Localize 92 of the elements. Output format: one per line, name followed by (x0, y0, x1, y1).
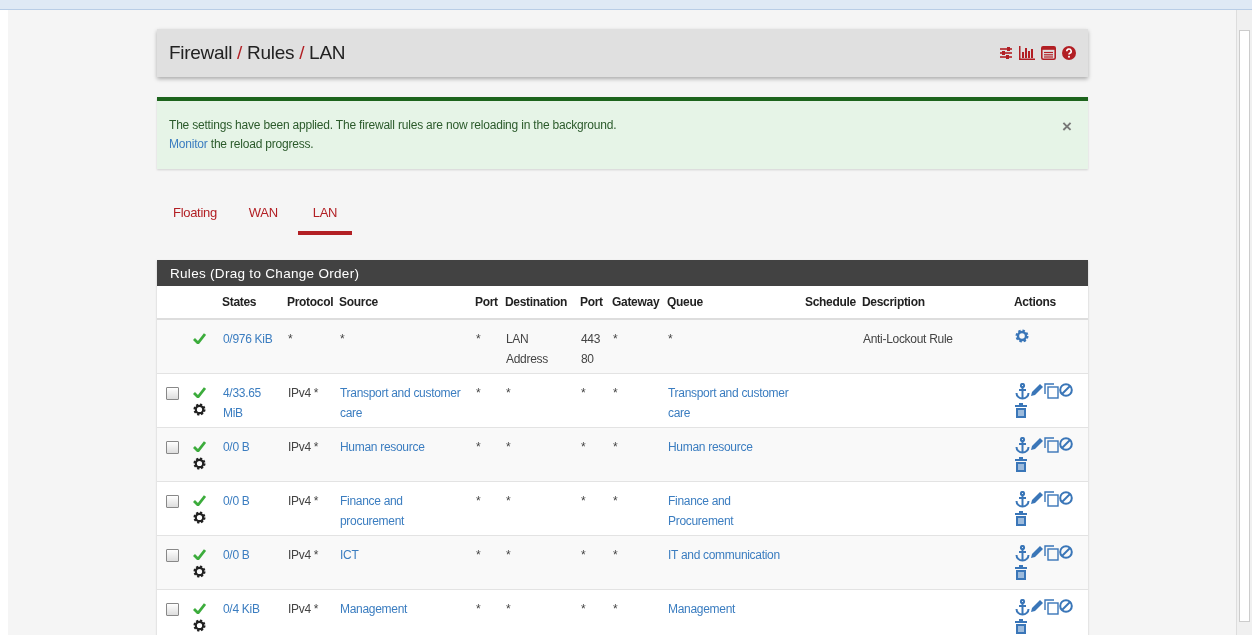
anchor-icon[interactable] (1015, 491, 1030, 508)
table-cell: * (610, 319, 665, 374)
row-checkbox[interactable] (166, 387, 179, 400)
help-icon[interactable] (1062, 46, 1076, 60)
queue-link[interactable]: Transport and customer care (668, 383, 794, 423)
table-cell: * (578, 481, 610, 536)
row-checkbox[interactable] (166, 441, 179, 454)
alert-message: The settings have been applied. The firewall rules are now reloading in the background. (169, 117, 617, 134)
table-cell: * (610, 373, 665, 428)
table-cell: * (610, 481, 665, 536)
table-cell: * (578, 535, 610, 590)
gear-icon[interactable] (193, 511, 206, 524)
table-cell: * (337, 319, 473, 374)
pencil-icon[interactable] (1030, 545, 1044, 559)
disable-icon[interactable] (1059, 437, 1073, 451)
table-cell-text: * (506, 439, 512, 456)
tab[interactable]: Floating (161, 197, 229, 231)
copy-icon[interactable] (1044, 383, 1059, 399)
copy-icon[interactable] (1044, 599, 1059, 615)
disable-icon[interactable] (1059, 545, 1073, 559)
table-cell: * (473, 427, 503, 482)
states-link[interactable]: 0/0 B (223, 491, 282, 511)
disable-icon[interactable] (1059, 491, 1073, 505)
monitor-link[interactable]: Monitor (169, 137, 208, 151)
trash-icon[interactable] (1015, 511, 1027, 526)
copy-icon[interactable] (1044, 545, 1059, 561)
source-link[interactable]: Management (340, 599, 466, 619)
gear-icon[interactable] (193, 619, 206, 632)
table-cell: 443 80 (578, 319, 610, 374)
breadcrumb-item[interactable]: Rules (247, 42, 295, 64)
table-cell-text: * (506, 385, 512, 402)
pencil-icon[interactable] (1030, 437, 1044, 451)
copy-icon[interactable] (1044, 437, 1059, 453)
anchor-icon[interactable] (1015, 383, 1030, 400)
breadcrumb-item[interactable]: LAN (309, 42, 346, 64)
row-checkbox[interactable] (166, 495, 179, 508)
queue-link[interactable]: Management (668, 599, 794, 619)
table-cell: IPv4 * (285, 373, 337, 428)
table-cell: * (578, 427, 610, 482)
table-cell: * (473, 373, 503, 428)
anchor-icon[interactable] (1015, 545, 1030, 562)
scrollbar[interactable] (1236, 10, 1252, 635)
trash-icon[interactable] (1015, 457, 1027, 472)
scrollbar-thumb[interactable] (1239, 30, 1250, 622)
table-cell: IPv4 * (285, 481, 337, 536)
table-cell: * (578, 373, 610, 428)
table-cell-text: * (506, 493, 512, 510)
tab[interactable]: WAN (236, 197, 290, 231)
disable-icon[interactable] (1059, 599, 1073, 613)
table-icon[interactable] (1041, 46, 1056, 60)
alert-message: Monitor the reload progress. (169, 136, 315, 153)
table-cell: * (473, 319, 503, 374)
row-checkbox[interactable] (166, 549, 179, 562)
table-cell: * (610, 535, 665, 590)
gear-icon[interactable] (193, 403, 206, 416)
anchor-icon[interactable] (1015, 437, 1030, 454)
pencil-icon[interactable] (1030, 383, 1044, 397)
table-cell: * (473, 481, 503, 536)
sliders-icon[interactable] (999, 46, 1013, 60)
row-checkbox[interactable] (166, 603, 179, 616)
panel-title: Rules (Drag to Change Order) (170, 265, 360, 281)
queue-link[interactable]: Finance and Procurement (668, 491, 794, 531)
copy-icon[interactable] (1044, 491, 1059, 507)
table-cell-text: * (506, 601, 512, 618)
close-button[interactable]: × (1058, 116, 1076, 138)
states-link[interactable]: 0/4 KiB (223, 599, 282, 619)
pencil-icon[interactable] (1030, 491, 1044, 505)
table-cell: * (610, 427, 665, 482)
anchor-icon[interactable] (1015, 599, 1030, 616)
breadcrumb-separator: / (299, 42, 305, 64)
table-cell: IPv4 * (285, 427, 337, 482)
gear-icon[interactable] (193, 457, 206, 470)
pencil-icon[interactable] (1030, 599, 1044, 613)
table-cell: Anti-Lockout Rule (860, 319, 1012, 374)
trash-icon[interactable] (1015, 565, 1027, 580)
trash-icon[interactable] (1015, 619, 1027, 634)
table-cell: * (473, 535, 503, 590)
table-cell-text: LAN Address (506, 331, 549, 368)
table-cell-text: * (506, 547, 512, 564)
tab[interactable]: LAN (297, 197, 353, 235)
table-cell: IPv4 * (285, 535, 337, 590)
table-cell: * (285, 319, 337, 374)
trash-icon[interactable] (1015, 403, 1027, 418)
source-link[interactable]: Transport and customer care (340, 383, 466, 423)
table-cell: * (665, 319, 803, 374)
gear-icon[interactable] (193, 565, 206, 578)
breadcrumb-separator: / (237, 42, 243, 64)
source-link[interactable]: Finance and procurement (340, 491, 466, 531)
bar-chart-icon[interactable] (1019, 46, 1035, 60)
disable-icon[interactable] (1059, 383, 1073, 397)
breadcrumb-item[interactable]: Firewall (169, 42, 233, 64)
states-link[interactable]: 4/33.65 MiB (223, 383, 282, 423)
